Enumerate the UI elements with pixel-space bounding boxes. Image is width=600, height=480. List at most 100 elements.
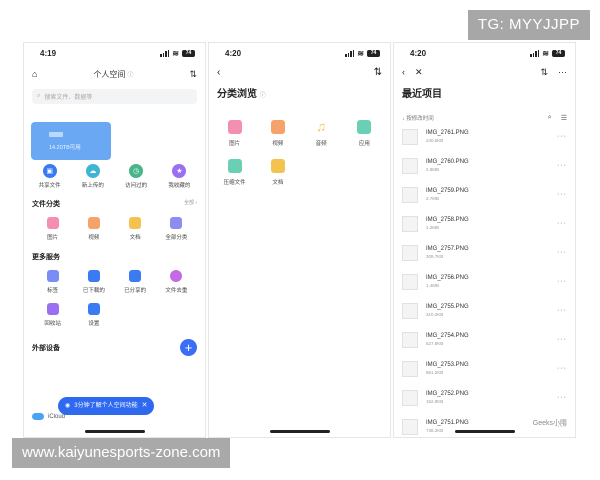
file-row[interactable]: IMG_2753.PNG 861.2KB ··· [394, 354, 575, 383]
icloud-label: iCloud [48, 413, 66, 420]
category-documents[interactable]: 文档 [115, 217, 156, 241]
image-thumbnail [402, 360, 418, 377]
quick-uploaded[interactable]: ☁ 新上传的 [74, 164, 112, 189]
category-images[interactable]: 图片 [213, 120, 256, 147]
more-icon[interactable]: ··· [558, 67, 567, 78]
more-icon[interactable]: ··· [557, 307, 567, 314]
storage-card[interactable]: 14.20TB可用 [31, 122, 111, 160]
file-meta: IMG_2754.PNG 527.8KB [426, 333, 557, 346]
category-videos[interactable]: 视频 [256, 120, 299, 147]
more-icon[interactable]: ··· [557, 162, 567, 169]
shared-folder-icon [129, 270, 142, 282]
all-link[interactable]: 全部 › [184, 199, 197, 209]
sort-down-icon: ↓ [402, 116, 405, 122]
file-meta: IMG_2759.PNG 2.7MB [426, 188, 557, 201]
service-recycle[interactable]: 回收站 [32, 303, 73, 327]
file-meta: IMG_2761.PNG 240.6KB [426, 130, 557, 143]
file-name: IMG_2752.PNG [426, 391, 469, 397]
file-name: IMG_2760.PNG [426, 159, 469, 165]
category-apps[interactable]: 应用 [343, 120, 386, 147]
list-view-icon[interactable]: ☰ [561, 114, 567, 122]
file-row[interactable]: IMG_2759.PNG 2.7MB ··· [394, 180, 575, 209]
more-icon[interactable]: ··· [557, 278, 567, 285]
quick-shared[interactable]: ▣ 共享文件 [31, 164, 69, 189]
close-icon[interactable]: ✕ [415, 67, 423, 78]
file-size: 527.8KB [426, 341, 444, 346]
category-all[interactable]: 全部分类 [156, 217, 197, 241]
sort-icon[interactable]: ⇅ [374, 67, 382, 78]
site-watermark: www.kaiyunesports-zone.com [12, 438, 231, 468]
quick-actions: ▣ 共享文件 ☁ 新上传的 ◷ 访问过的 ★ 我收藏的 [24, 164, 205, 189]
file-row[interactable]: IMG_2752.PNG 152.8KB ··· [394, 383, 575, 412]
more-icon[interactable]: ··· [557, 191, 567, 198]
status-bar: 4:20 ≋ 74 [209, 43, 390, 63]
service-downloaded[interactable]: 已下载的 [73, 270, 114, 294]
service-tags[interactable]: 标签 [32, 270, 73, 294]
sort-option[interactable]: ↓ 按修改时间 [402, 114, 434, 122]
file-list: IMG_2761.PNG 240.6KB ··· IMG_2760.PNG 2.8MB ·… [394, 122, 575, 437]
add-button[interactable]: + [180, 339, 197, 356]
service-dedupe[interactable]: 文件去重 [156, 270, 197, 294]
file-row[interactable]: IMG_2758.PNG 1.2MB ··· [394, 209, 575, 238]
file-row[interactable]: IMG_2754.PNG 527.8KB ··· [394, 325, 575, 354]
personal-space-screen: 4:19 ≋ 74 ⌂ 个人空间 ⓘ ⇅ ⌕ 搜索文件、数据等 14.20TB可用… [23, 42, 206, 438]
image-thumbnail [402, 186, 418, 203]
file-row[interactable]: IMG_2757.PNG 309.7KB ··· [394, 238, 575, 267]
search-icon[interactable]: ⌕ [548, 114, 552, 122]
more-icon[interactable]: ··· [557, 249, 567, 256]
more-icon[interactable]: ··· [557, 133, 567, 140]
nav-bar: ‹ ✕ ⇅ ··· [394, 63, 575, 81]
service-shared[interactable]: 已分享的 [115, 270, 156, 294]
category-archives[interactable]: 压缩文件 [213, 159, 256, 186]
battery-icon: 74 [182, 49, 195, 57]
category-images[interactable]: 图片 [32, 217, 73, 241]
icloud-device[interactable]: iCloud [32, 413, 65, 420]
category-videos[interactable]: 视频 [73, 217, 114, 241]
quick-favorites[interactable]: ★ 我收藏的 [160, 164, 198, 189]
sort-icon[interactable]: ⇅ [540, 67, 548, 78]
info-icon[interactable]: ⓘ [127, 73, 133, 79]
back-icon[interactable]: ‹ [217, 67, 220, 78]
file-name: IMG_2755.PNG [426, 304, 469, 310]
file-row[interactable]: IMG_2756.PNG 1.4MB ··· [394, 267, 575, 296]
file-meta: IMG_2757.PNG 309.7KB [426, 246, 557, 259]
file-meta: IMG_2756.PNG 1.4MB [426, 275, 557, 288]
home-icon[interactable]: ⌂ [32, 69, 37, 79]
close-icon[interactable]: ✕ [142, 397, 148, 415]
file-row[interactable]: IMG_2755.PNG 310.2KB ··· [394, 296, 575, 325]
file-size: 310.2KB [426, 312, 444, 317]
service-settings[interactable]: 设置 [73, 303, 114, 327]
home-indicator [269, 430, 330, 433]
file-row[interactable]: IMG_2760.PNG 2.8MB ··· [394, 151, 575, 180]
info-icon[interactable]: ⓘ [260, 93, 266, 99]
status-bar: 4:20 ≋ 74 [394, 43, 575, 63]
dedupe-icon [170, 270, 183, 282]
file-meta: IMG_2753.PNG 861.2KB [426, 362, 557, 375]
category-documents[interactable]: 文档 [256, 159, 299, 186]
battery-icon: 74 [552, 49, 565, 57]
storage-caption: 14.20TB可用 [49, 145, 81, 151]
file-row[interactable]: IMG_2761.PNG 240.6KB ··· [394, 122, 575, 151]
document-icon [129, 217, 142, 229]
video-icon [87, 217, 100, 229]
more-icon[interactable]: ··· [557, 365, 567, 372]
more-icon[interactable]: ··· [557, 220, 567, 227]
back-icon[interactable]: ‹ [402, 67, 405, 78]
more-icon[interactable]: ··· [557, 394, 567, 401]
file-size: 309.7KB [426, 254, 444, 259]
image-thumbnail [402, 215, 418, 232]
sort-bar: ↓ 按修改时间 ⌕ ☰ [394, 114, 575, 122]
file-name: IMG_2754.PNG [426, 333, 469, 339]
category-browse-screen: 4:20 ≋ 74 ‹ ⇅ 分类浏览 ⓘ 图片 视频 ♫ 音频 应用 压缩文件 文… [208, 42, 391, 438]
image-thumbnail [402, 157, 418, 174]
tour-toast[interactable]: ◉ 3分钟了解个人空间功能 ✕ [58, 397, 155, 415]
trash-icon [46, 303, 59, 315]
more-icon[interactable]: ··· [557, 336, 567, 343]
file-name: IMG_2759.PNG [426, 188, 469, 194]
system-icons: ≋ 74 [160, 49, 195, 58]
search-input[interactable]: ⌕ 搜索文件、数据等 [32, 89, 197, 104]
quick-visited[interactable]: ◷ 访问过的 [117, 164, 155, 189]
page-title: 分类浏览 ⓘ [217, 89, 266, 100]
category-audio[interactable]: ♫ 音频 [300, 120, 343, 148]
sort-icon[interactable]: ⇅ [189, 69, 197, 80]
